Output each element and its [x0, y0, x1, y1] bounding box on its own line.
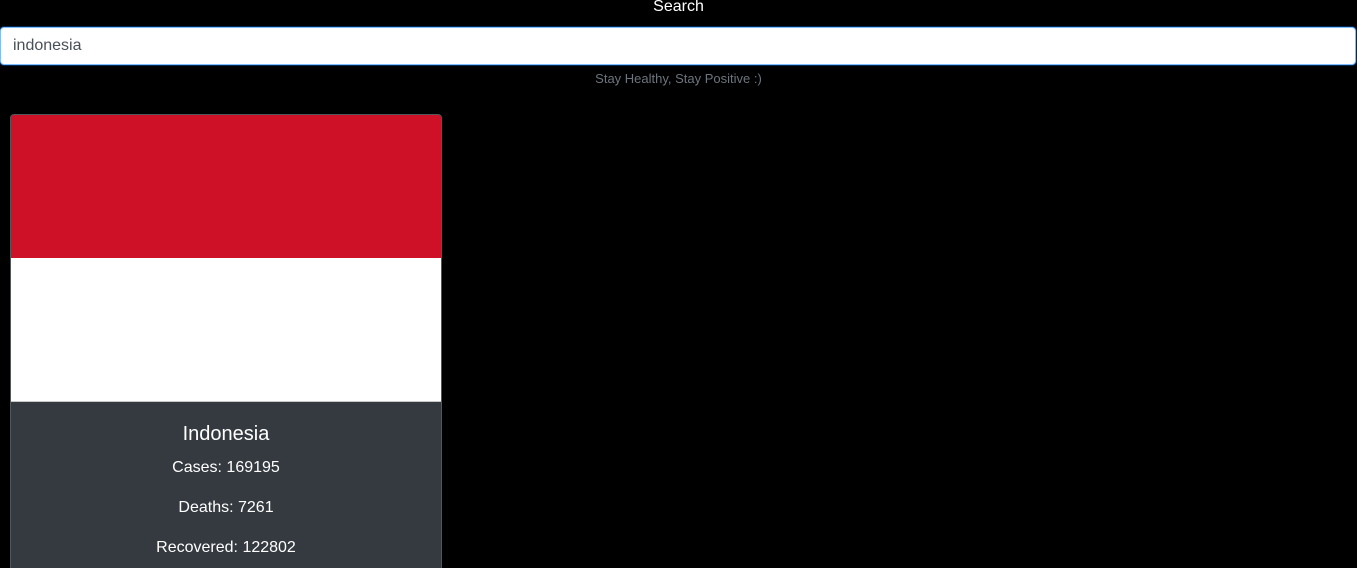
country-name: Indonesia — [182, 423, 270, 445]
search-label: Search — [653, 0, 704, 15]
flag-red-stripe — [11, 115, 441, 258]
deaths-stat: Deaths: 7261 — [178, 499, 274, 516]
country-card[interactable]: Indonesia Cases: 169195 Deaths: 7261 Rec… — [10, 114, 442, 568]
page: Search Stay Healthy, Stay Positive :) In… — [0, 0, 1357, 568]
recovered-stat: Recovered: 122802 — [156, 539, 296, 556]
search-input[interactable] — [0, 27, 1356, 65]
card-body: Indonesia Cases: 169195 Deaths: 7261 Rec… — [11, 402, 441, 558]
tagline: Stay Healthy, Stay Positive :) — [595, 71, 762, 86]
flag-white-stripe — [11, 258, 441, 401]
cases-stat: Cases: 169195 — [172, 459, 280, 476]
indonesia-flag-icon — [11, 115, 441, 402]
